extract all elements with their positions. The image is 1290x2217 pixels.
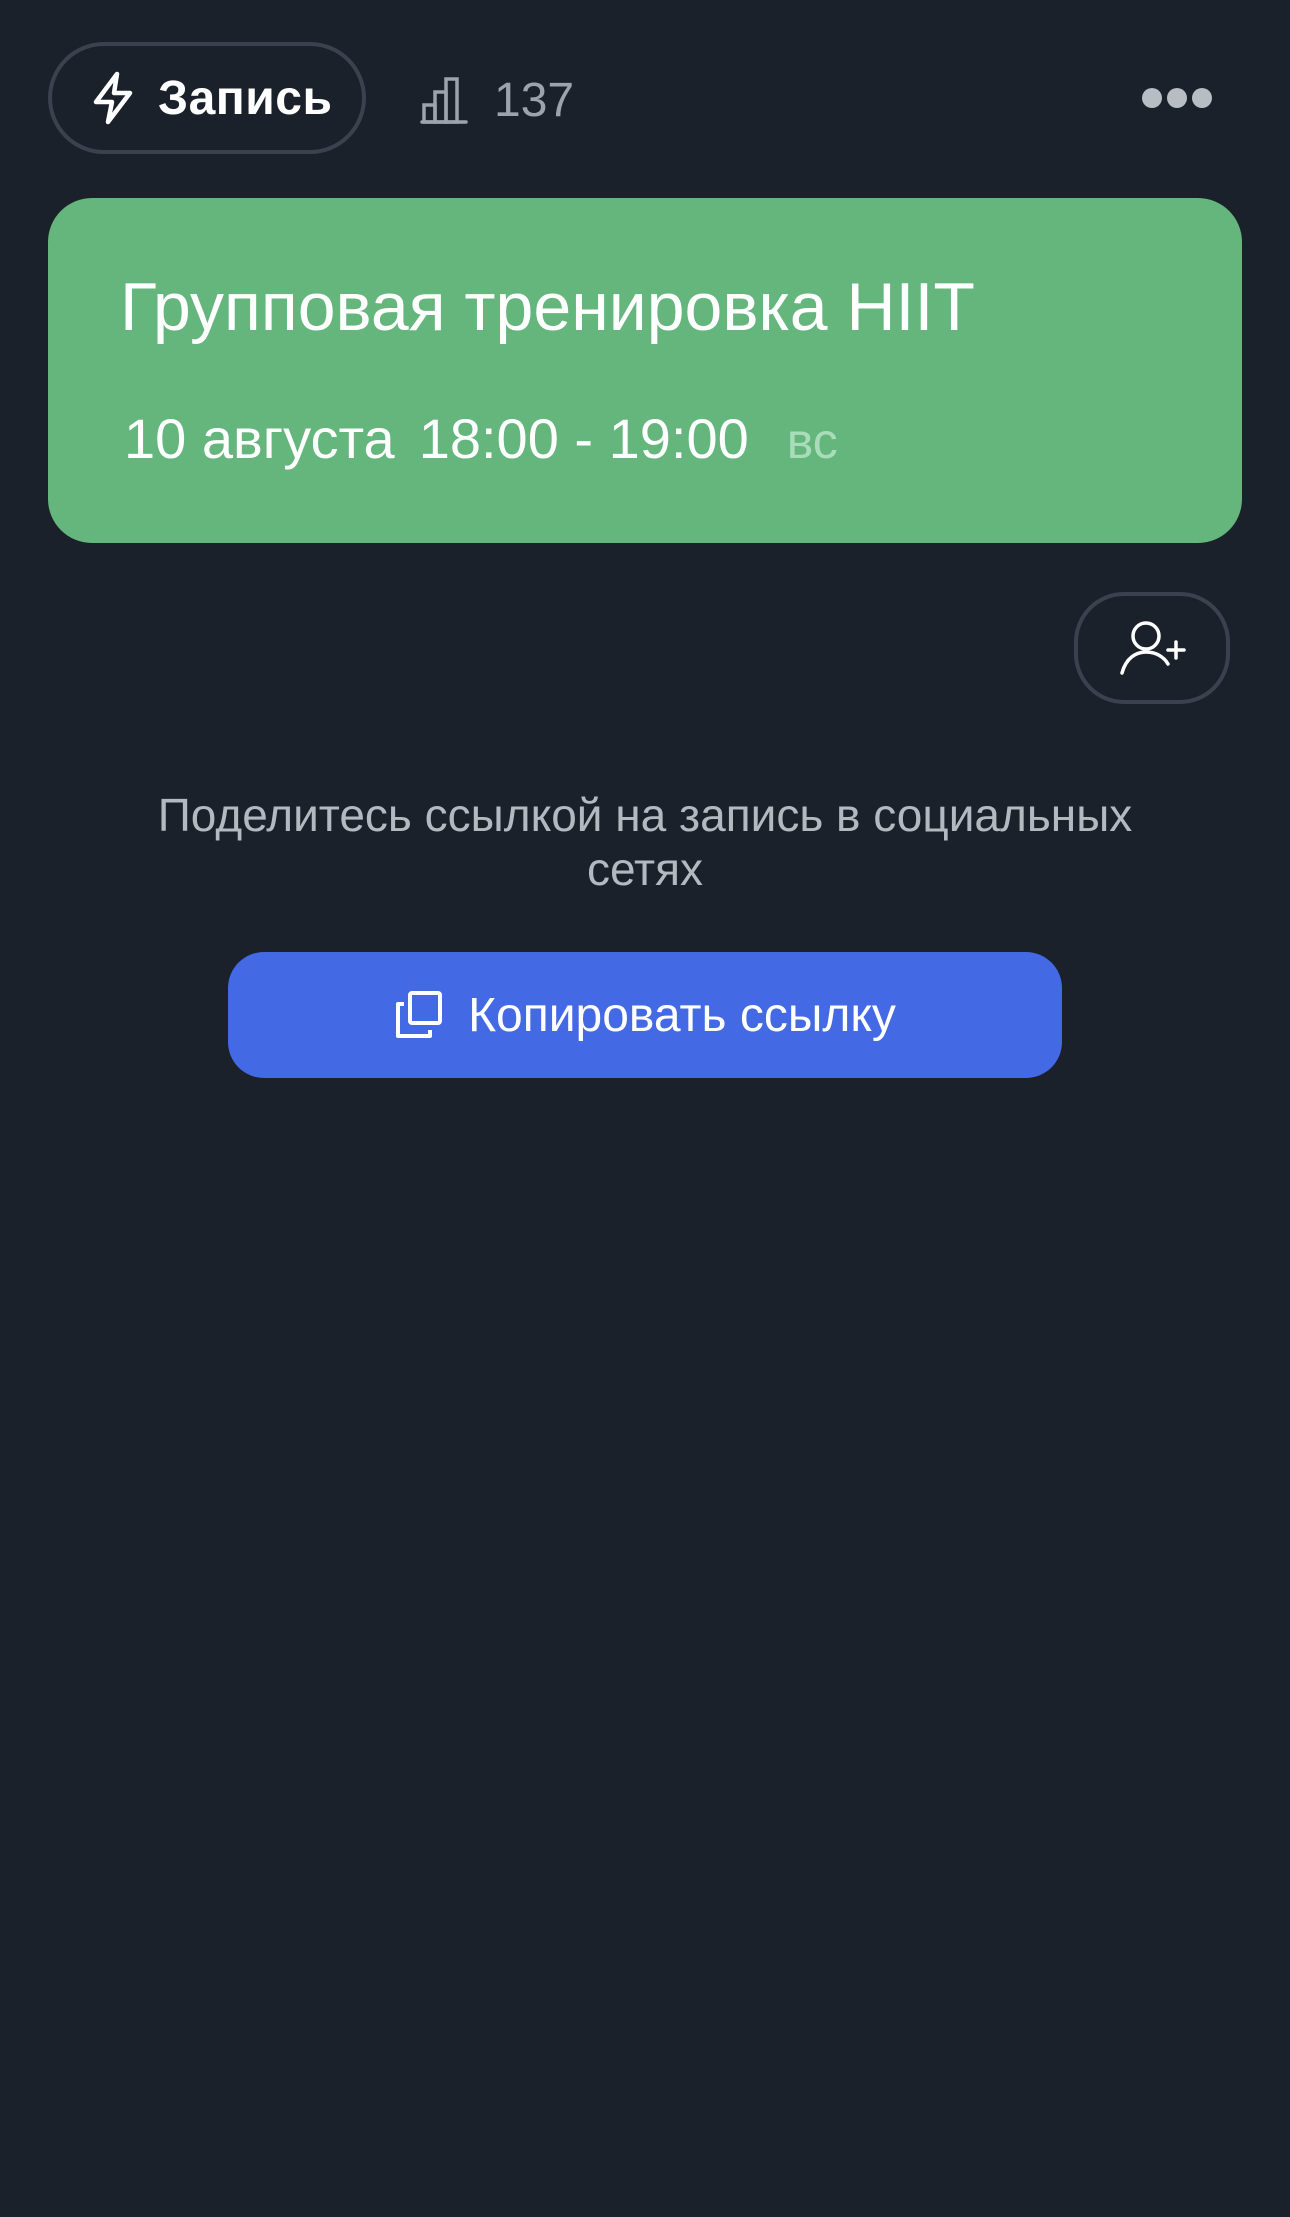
event-meta: 10 августа 18:00 - 19:00 вс (124, 406, 838, 471)
more-options-button[interactable] (1135, 72, 1219, 124)
share-instructions: Поделитесь ссылкой на запись в социальны… (157, 789, 1133, 895)
add-participant-button[interactable] (1074, 592, 1230, 704)
event-title: Групповая тренировка HIIT (120, 269, 975, 345)
more-dots-icon (1140, 88, 1215, 108)
copy-link-label: Копировать ссылку (468, 988, 896, 1042)
stats-count: 137 (494, 73, 575, 127)
stats-counter[interactable]: 137 (418, 70, 574, 130)
bar-chart-icon (418, 73, 472, 127)
lightning-icon (88, 70, 138, 126)
top-bar: Запись 137 (0, 0, 1290, 154)
event-weekday: вс (786, 413, 838, 469)
record-button[interactable]: Запись (48, 42, 366, 154)
event-date: 10 августа (124, 407, 395, 470)
add-user-icon (1116, 618, 1188, 678)
copy-link-button[interactable]: Копировать ссылку (228, 952, 1062, 1078)
record-button-label: Запись (158, 71, 333, 125)
event-card[interactable]: Групповая тренировка HIIT 10 августа 18:… (48, 198, 1242, 543)
copy-icon (394, 990, 444, 1040)
event-time: 18:00 - 19:00 (418, 407, 749, 470)
